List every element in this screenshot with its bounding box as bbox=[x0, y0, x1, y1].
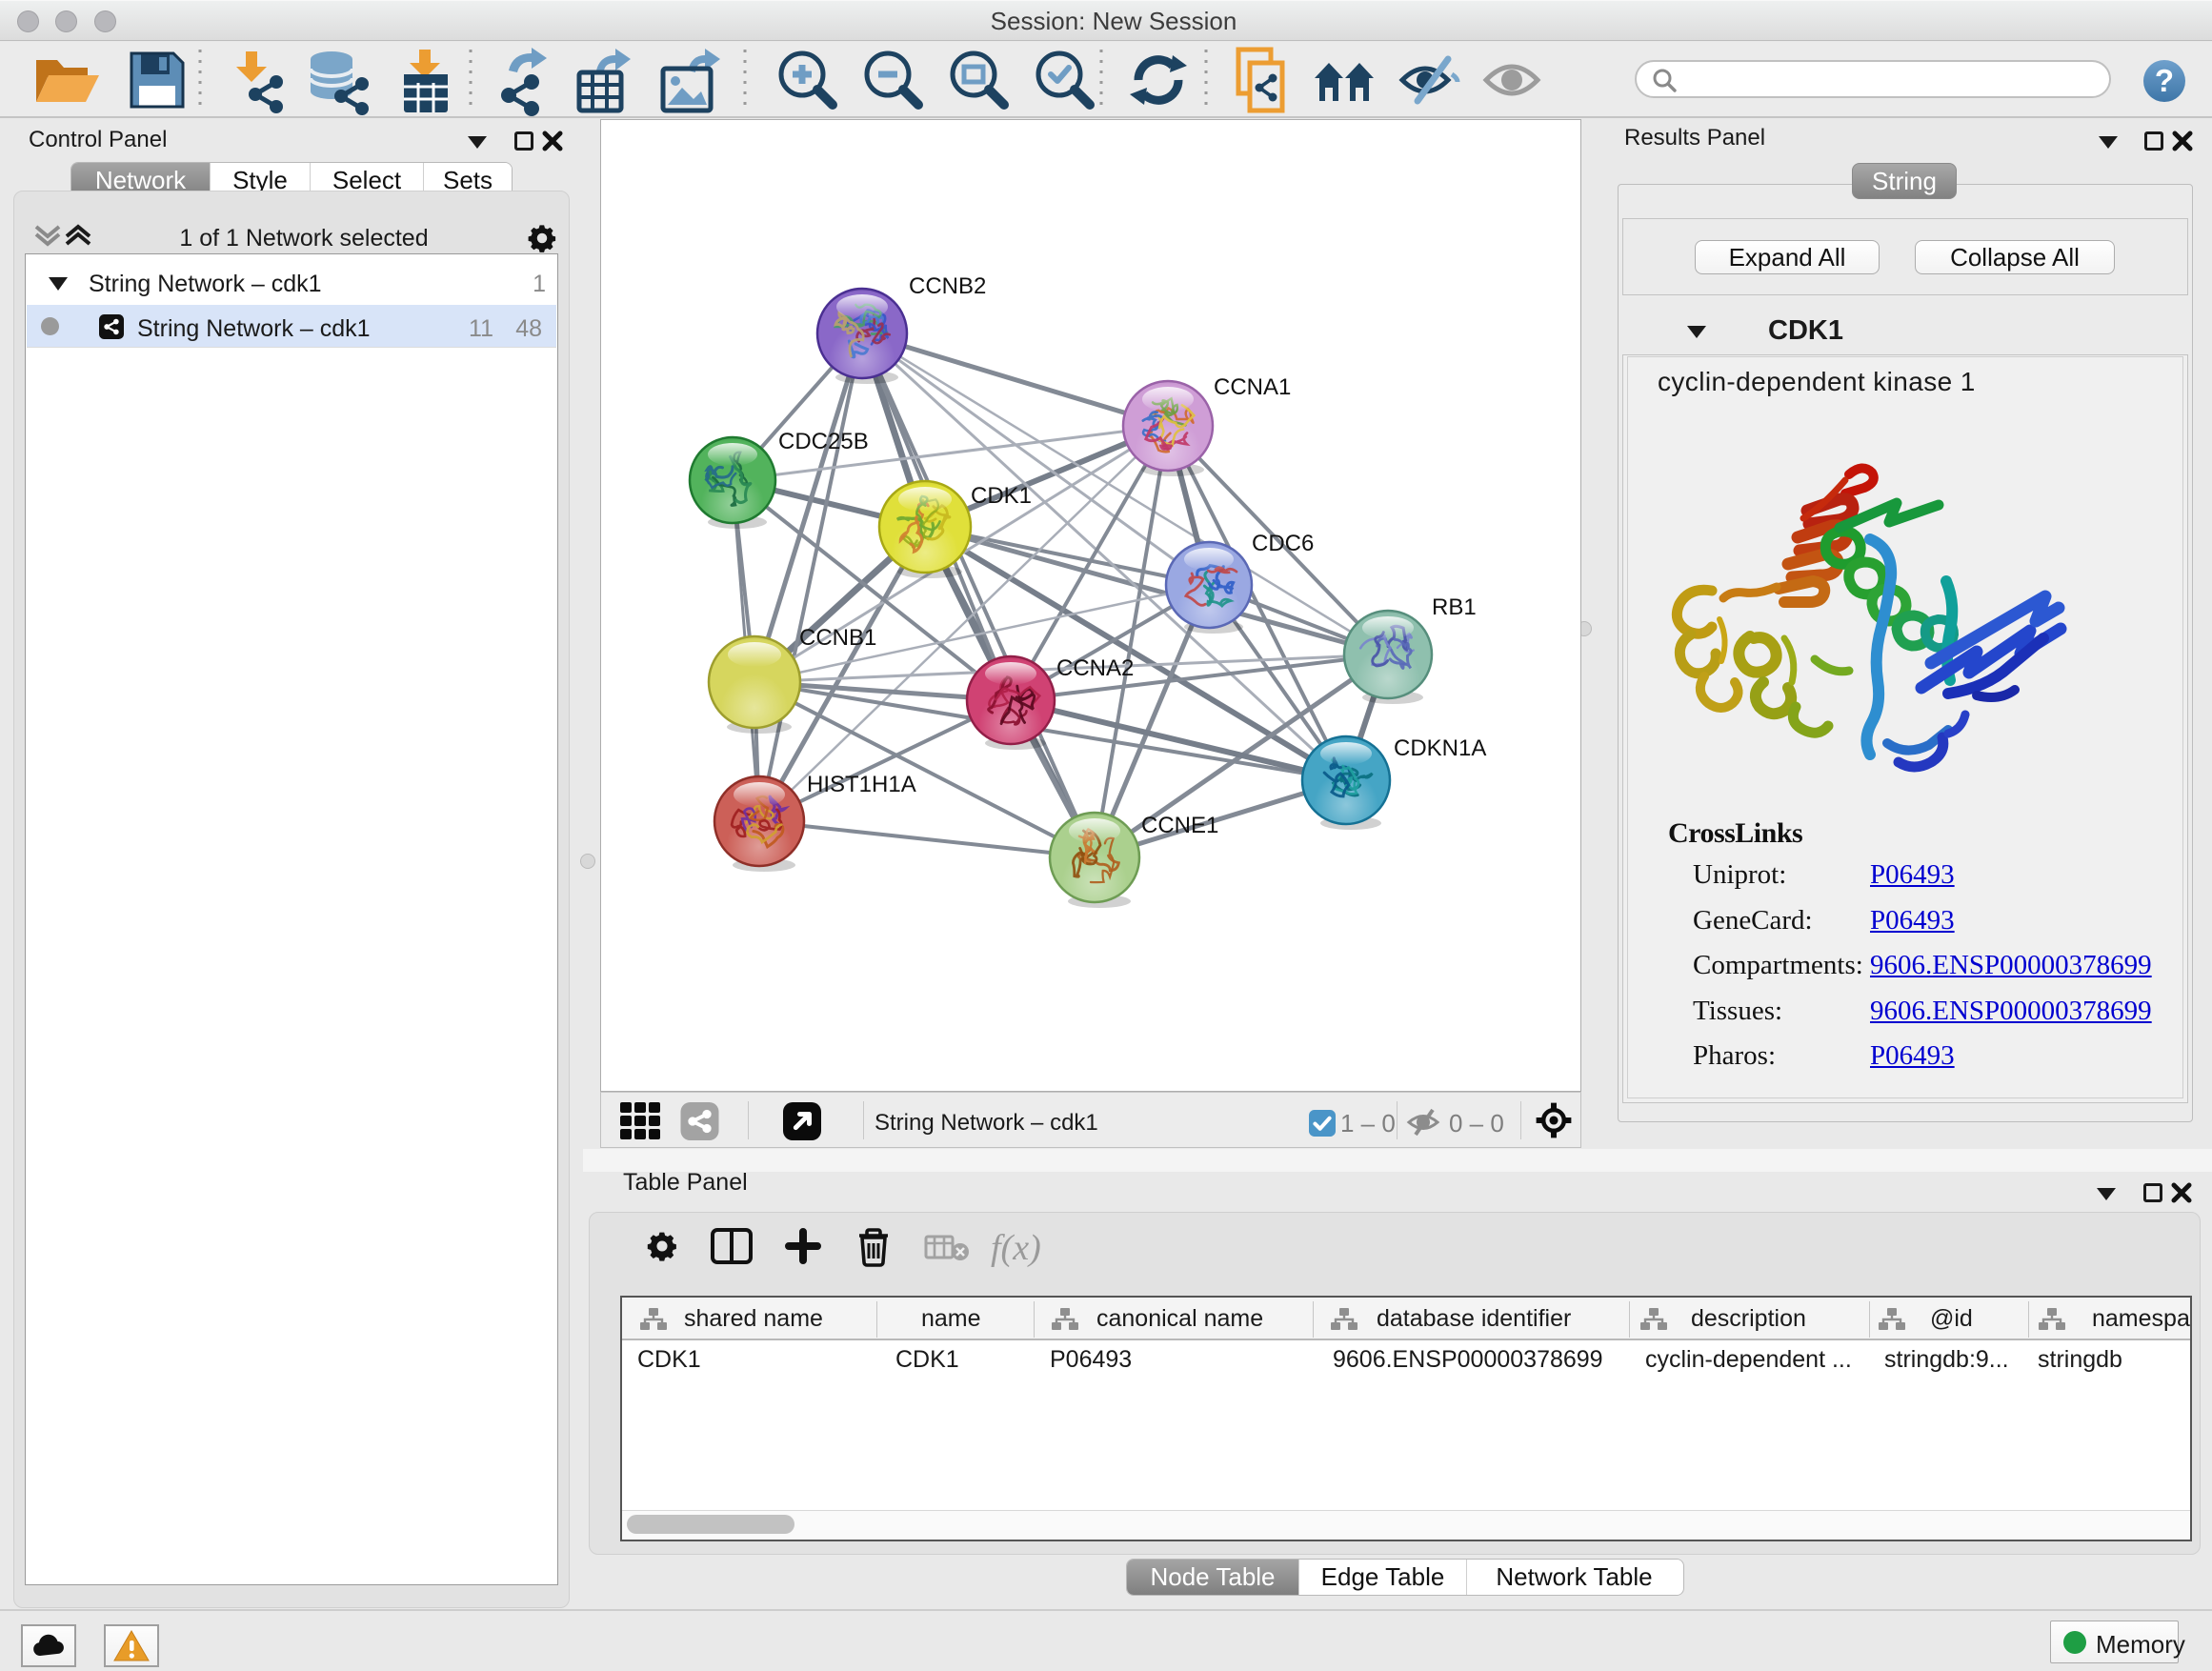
svg-text:CDKN1A: CDKN1A bbox=[1394, 735, 1486, 761]
svg-text:CDK1: CDK1 bbox=[971, 483, 1032, 509]
svg-text:CDC6: CDC6 bbox=[1252, 531, 1314, 556]
svg-text:CCNA1: CCNA1 bbox=[1214, 374, 1291, 400]
svg-text:CCNE1: CCNE1 bbox=[1141, 813, 1218, 838]
svg-text:CCNA2: CCNA2 bbox=[1056, 655, 1134, 681]
svg-text:CCNB1: CCNB1 bbox=[799, 625, 876, 651]
svg-text:HIST1H1A: HIST1H1A bbox=[807, 772, 916, 797]
svg-text:CDC25B: CDC25B bbox=[778, 429, 869, 454]
svg-text:CCNB2: CCNB2 bbox=[909, 273, 986, 299]
svg-text:RB1: RB1 bbox=[1432, 594, 1477, 620]
